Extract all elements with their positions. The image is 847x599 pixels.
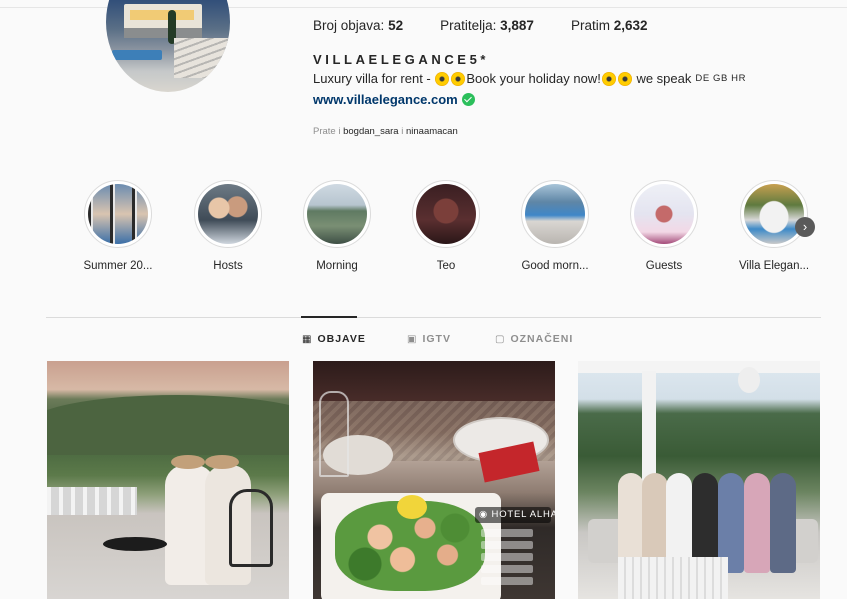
post-caption-line	[481, 541, 533, 549]
tab-tagged[interactable]: ▢ OZNAČENI	[495, 333, 573, 345]
post-person-shape	[744, 473, 770, 573]
highlight-ring	[194, 180, 262, 248]
highlight-label: Guests	[645, 260, 683, 272]
highlight-thumbnail	[416, 184, 476, 244]
bio-languages: DE GB HR	[695, 73, 747, 84]
highlight-morning[interactable]: Morning	[287, 180, 387, 272]
tab-posts-label: OBJAVE	[317, 333, 366, 345]
post-caption-line	[481, 565, 533, 573]
post-hill-shape	[47, 395, 289, 455]
post-thumbnail-2[interactable]: ◉ HOTEL ALHAR	[313, 361, 555, 599]
highlight-hosts[interactable]: Hosts	[178, 180, 278, 272]
followed-by-user-2[interactable]: ninaamacan	[406, 126, 458, 137]
highlight-ring	[521, 180, 589, 248]
profile-avatar[interactable]	[106, 0, 230, 92]
post-location-tag: ◉ HOTEL ALHAR	[475, 507, 555, 523]
followers-value: 3,887	[500, 18, 534, 33]
profile-stats: Broj objava: 52 Pratitelja: 3,887 Pratim…	[313, 18, 685, 33]
highlight-ring	[84, 180, 152, 248]
website-link[interactable]: www.villaelegance.com	[313, 92, 458, 107]
profile-website[interactable]: www.villaelegance.com	[313, 92, 475, 107]
bio-text-2: Book your holiday now!	[466, 71, 601, 86]
followed-by[interactable]: Prate i bogdan_sara i ninaamacan	[313, 126, 458, 137]
post-thumbnail-1[interactable]	[47, 361, 289, 599]
avatar-villa-shape	[124, 4, 202, 38]
highlight-summer[interactable]: Summer 20...	[68, 180, 168, 272]
following-count[interactable]: Pratim 2,632	[571, 18, 648, 33]
post-caption-line	[481, 577, 533, 585]
followed-by-prefix: Prate i	[313, 126, 341, 137]
post-railing-shape	[47, 487, 137, 515]
avatar-steps-shape	[174, 38, 230, 78]
highlight-label: Morning	[316, 260, 358, 272]
tab-active-indicator	[301, 316, 357, 318]
grid-icon: ▦	[302, 333, 313, 345]
highlight-thumbnail	[307, 184, 367, 244]
sun-emoji-icon	[617, 71, 632, 86]
bio-text-3: we speak	[636, 71, 692, 86]
sun-emoji-icon	[451, 71, 466, 86]
highlight-ring	[303, 180, 371, 248]
posts-count: Broj objava: 52	[313, 18, 403, 33]
followers-label: Pratitelja:	[440, 18, 497, 33]
sun-emoji-icon	[601, 71, 616, 86]
location-pin-icon: ◉	[479, 509, 489, 520]
highlight-thumbnail	[525, 184, 585, 244]
highlight-thumbnail	[88, 184, 148, 244]
post-person-shape	[770, 473, 796, 573]
highlight-good-morning[interactable]: Good morn...	[505, 180, 605, 272]
post-table-shape	[103, 537, 167, 551]
highlight-label: Summer 20...	[83, 260, 153, 272]
post-table-shape	[618, 557, 728, 599]
highlight-label: Villa Elegan...	[738, 260, 810, 272]
following-label: Pratim	[570, 18, 610, 33]
highlight-label: Good morn...	[521, 260, 589, 272]
followers-count[interactable]: Pratitelja: 3,887	[440, 18, 534, 33]
profile-bio: Luxury villa for rent - Book your holida…	[313, 71, 746, 86]
post-caption-line	[481, 529, 533, 537]
post-caption-line	[481, 553, 533, 561]
highlight-thumbnail	[634, 184, 694, 244]
tagged-icon: ▢	[495, 333, 506, 345]
highlight-guests[interactable]: Guests	[614, 180, 714, 272]
tabs-divider	[46, 317, 821, 318]
highlight-label: Hosts	[213, 260, 243, 272]
bio-text-1: Luxury villa for rent -	[313, 71, 431, 86]
verified-icon	[461, 93, 475, 106]
post-lamp-shape	[738, 367, 760, 393]
highlight-ring	[630, 180, 698, 248]
post-thumbnail-3[interactable]	[578, 361, 820, 599]
highlight-teo[interactable]: Teo	[396, 180, 496, 272]
highlight-ring	[740, 180, 808, 248]
post-chair-shape	[229, 489, 273, 567]
following-value: 2,632	[613, 18, 648, 33]
tab-igtv-label: IGTV	[422, 333, 451, 345]
highlight-thumbnail	[744, 184, 804, 244]
post-hat-shape	[205, 455, 239, 469]
avatar-pool-shape	[112, 50, 162, 60]
posts-label: Broj objava:	[313, 18, 385, 33]
igtv-icon: ▣	[407, 333, 418, 345]
highlight-label: Teo	[436, 260, 456, 272]
chevron-right-icon[interactable]: ›	[795, 217, 815, 237]
post-lemon-shape	[397, 495, 427, 519]
post-hat-shape	[171, 455, 205, 469]
tab-igtv[interactable]: ▣ IGTV	[407, 333, 451, 345]
highlight-ring	[412, 180, 480, 248]
post-roof-shape	[578, 361, 820, 373]
profile-username: VILLAELEGANCE5*	[313, 52, 490, 67]
post-location-label: HOTEL ALHAR	[491, 509, 555, 520]
tab-posts[interactable]: ▦ OBJAVE	[302, 333, 366, 345]
post-glass-shape	[319, 391, 349, 477]
highlight-thumbnail	[198, 184, 258, 244]
posts-value: 52	[388, 18, 404, 33]
sun-emoji-icon	[435, 71, 450, 86]
tab-tagged-label: OZNAČENI	[510, 333, 574, 345]
followed-by-user-1[interactable]: bogdan_sara	[343, 126, 398, 137]
followed-by-separator: i	[401, 126, 404, 137]
